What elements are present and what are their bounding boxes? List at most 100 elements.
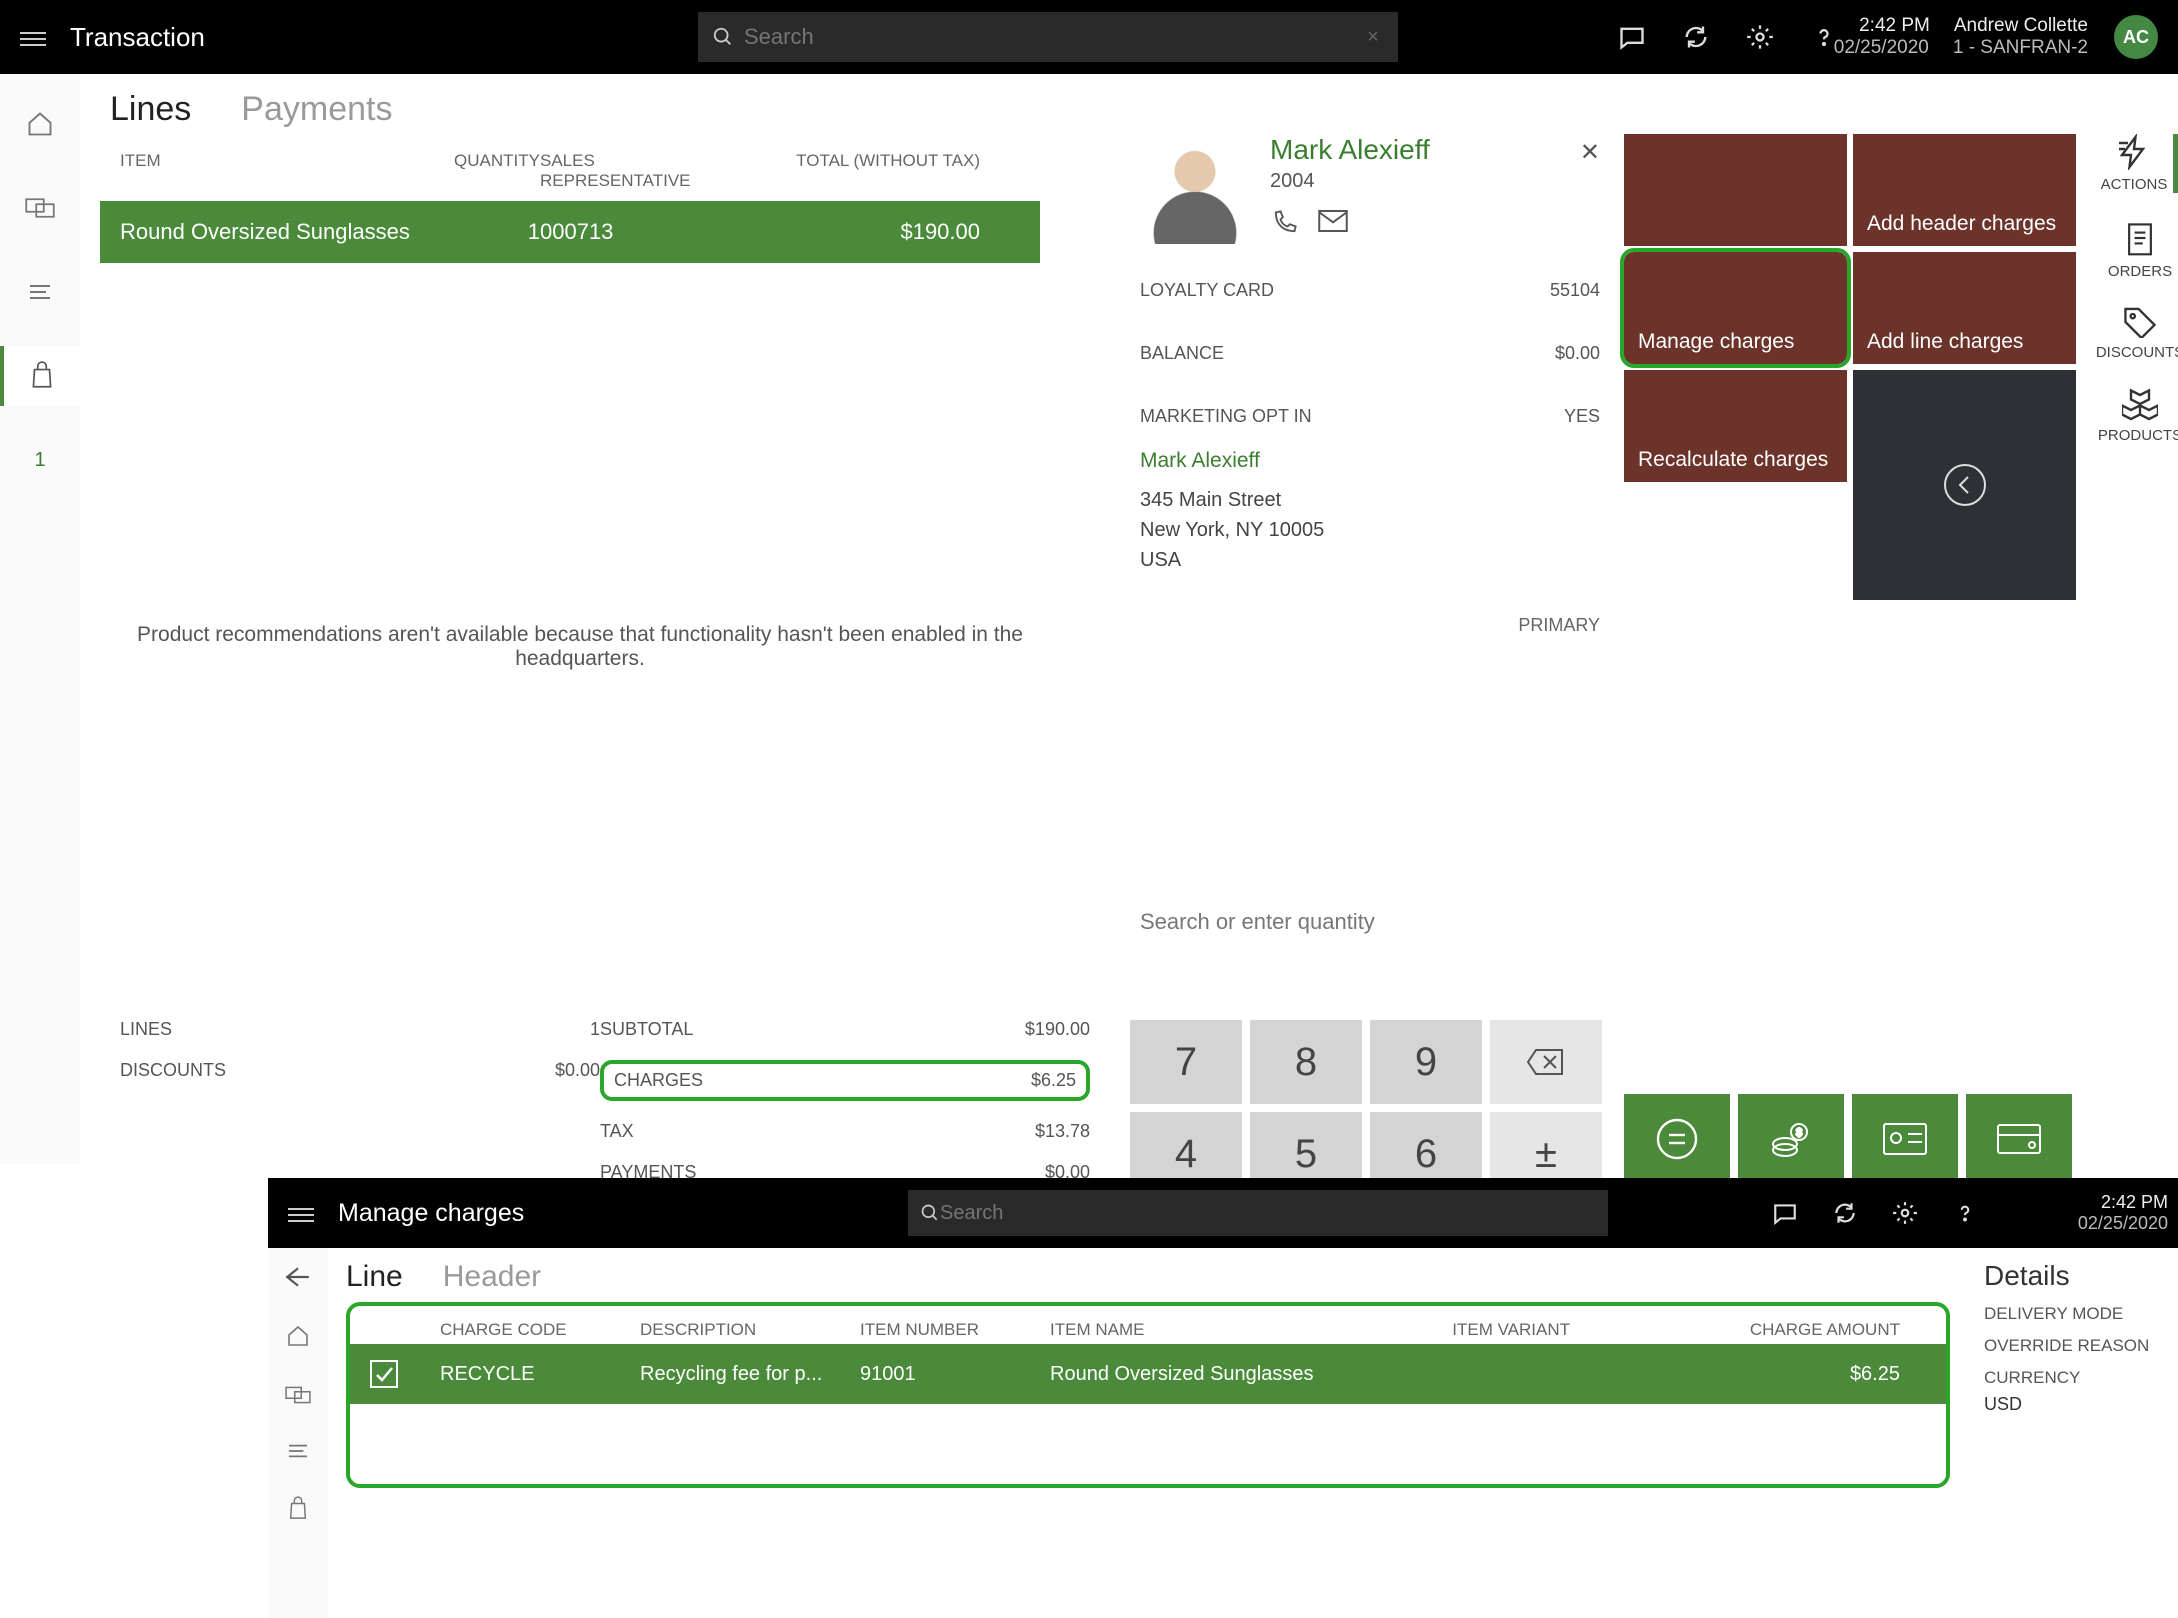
gear-icon[interactable] xyxy=(1892,1200,1918,1226)
tab-lines[interactable]: Lines xyxy=(110,90,191,129)
details-title: Details xyxy=(1984,1260,2162,1292)
rail-home-icon[interactable] xyxy=(286,1324,310,1348)
gear-icon[interactable] xyxy=(1746,23,1774,51)
line-total: $190.00 xyxy=(740,219,980,245)
pay-card-button[interactable] xyxy=(1852,1094,1958,1184)
charge-row[interactable]: RECYCLE Recycling fee for p... 91001 Rou… xyxy=(350,1344,1946,1404)
line-item-name: Round Oversized Sunglasses xyxy=(120,219,410,245)
header-register: 1 - SANFRAN-2 xyxy=(1953,37,2088,59)
marketing-label: MARKETING OPT IN xyxy=(1140,406,1312,427)
numpad-9[interactable]: 9 xyxy=(1370,1020,1482,1104)
numpad-7[interactable]: 7 xyxy=(1130,1020,1242,1104)
totals-panel: LINES 1 DISCOUNTS $0.00 SUBTOTAL $190.00… xyxy=(100,1019,1110,1203)
win2-search-input[interactable] xyxy=(940,1202,1596,1225)
charges-highlight: CHARGES $6.25 xyxy=(600,1060,1090,1101)
totals-lines-val: 1 xyxy=(590,1019,600,1040)
rail-cart-count[interactable]: 1 xyxy=(0,430,80,490)
recommendation-message: Product recommendations aren't available… xyxy=(130,623,1030,671)
col-item-name: ITEM NAME xyxy=(1050,1320,1370,1340)
side-actions-products[interactable]: PRODUCTS xyxy=(2098,387,2178,444)
customer-name[interactable]: Mark Alexieff xyxy=(1270,134,1430,166)
tile-back[interactable] xyxy=(1853,370,2076,600)
win2-rail xyxy=(268,1248,328,1618)
rail-drawer-icon[interactable] xyxy=(285,1384,311,1406)
chat-icon[interactable] xyxy=(1772,1200,1798,1226)
charges-val: $6.25 xyxy=(1031,1070,1076,1091)
col-charge-amount: CHARGE AMOUNT xyxy=(1570,1320,1900,1340)
refresh-icon[interactable] xyxy=(1832,1200,1858,1226)
top-icon-row xyxy=(1618,23,1838,51)
balance-label: BALANCE xyxy=(1140,343,1224,364)
menu-icon[interactable] xyxy=(20,28,46,46)
win2-top-bar: Manage charges 2:42 PM 02/25/2020 xyxy=(268,1178,2178,1248)
tile-add-line-charges[interactable]: Add line charges xyxy=(1853,252,2076,364)
rail-list-icon[interactable] xyxy=(287,1442,309,1460)
numpad-8[interactable]: 8 xyxy=(1250,1020,1362,1104)
avatar[interactable]: AC xyxy=(2114,15,2158,59)
customer-link[interactable]: Mark Alexieff xyxy=(1140,449,1600,473)
main-tabs: Lines Payments xyxy=(110,90,2150,129)
row-charge-code: RECYCLE xyxy=(440,1363,640,1386)
lines-header-row: ITEM QUANTITY SALES REPRESENTATIVE TOTAL… xyxy=(100,141,1040,201)
payment-button-row: $ xyxy=(1624,1094,2072,1184)
back-arrow-icon[interactable] xyxy=(285,1266,311,1288)
loyalty-val: 55104 xyxy=(1550,280,1600,301)
totals-discounts-val: $0.00 xyxy=(555,1060,600,1081)
help-icon[interactable] xyxy=(1952,1200,1978,1226)
pay-credit-button[interactable] xyxy=(1966,1094,2072,1184)
pay-cash-button[interactable]: $ xyxy=(1738,1094,1844,1184)
customer-primary-badge: PRIMARY xyxy=(1140,615,1600,636)
win2-search[interactable] xyxy=(908,1190,1608,1236)
tile-manage-charges[interactable]: Manage charges xyxy=(1624,252,1847,364)
global-search-input[interactable] xyxy=(744,24,1384,50)
tab-payments[interactable]: Payments xyxy=(241,90,392,129)
side-action-rail: ACTIONS ORDERS DISCOUNTS PRODUCTS xyxy=(2090,134,2178,444)
subtotal-label: SUBTOTAL xyxy=(600,1019,693,1040)
chat-icon[interactable] xyxy=(1618,23,1646,51)
col-item-number: ITEM NUMBER xyxy=(860,1320,1050,1340)
side-action-label: ORDERS xyxy=(2108,263,2172,280)
side-actions-orders[interactable]: ORDERS xyxy=(2108,219,2172,280)
mail-icon[interactable] xyxy=(1318,209,1348,233)
detail-currency-value: USD xyxy=(1984,1394,2162,1415)
win2-menu-icon[interactable] xyxy=(288,1204,314,1222)
rail-cart-count-value: 1 xyxy=(34,449,45,472)
rail-drawer-icon[interactable] xyxy=(0,178,80,238)
win2-tab-header[interactable]: Header xyxy=(443,1260,541,1294)
rail-bag-icon[interactable] xyxy=(0,346,80,406)
tile-recalculate-charges[interactable]: Recalculate charges xyxy=(1624,370,1847,482)
marketing-val: YES xyxy=(1564,406,1600,427)
numpad-backspace[interactable] xyxy=(1490,1020,1602,1104)
row-item-number: 91001 xyxy=(860,1363,1050,1386)
search-icon xyxy=(920,1203,940,1223)
customer-photo xyxy=(1140,134,1250,244)
side-actions-discounts[interactable]: DISCOUNTS xyxy=(2096,306,2178,361)
left-rail: 1 xyxy=(0,74,80,1164)
coins-icon: $ xyxy=(1769,1120,1813,1158)
phone-icon[interactable] xyxy=(1270,209,1298,237)
loyalty-label: LOYALTY CARD xyxy=(1140,280,1274,301)
charges-label: CHARGES xyxy=(614,1070,703,1091)
customer-addr-line3: USA xyxy=(1140,545,1600,575)
global-search[interactable]: × xyxy=(698,12,1398,62)
row-checkbox[interactable] xyxy=(370,1360,398,1388)
refresh-icon[interactable] xyxy=(1682,23,1710,51)
tile-add-header-charges[interactable]: Add header charges xyxy=(1853,134,2076,246)
search-clear-icon[interactable]: × xyxy=(1356,20,1390,54)
line-row[interactable]: Round Oversized Sunglasses 1 000713 $190… xyxy=(100,201,1040,263)
top-bar: Transaction × 2:42 PM Andrew Collette 02… xyxy=(0,0,2178,74)
rail-bag-icon[interactable] xyxy=(287,1496,309,1522)
page-title: Transaction xyxy=(70,22,205,53)
rail-list-icon[interactable] xyxy=(0,262,80,322)
back-arrow-icon xyxy=(1943,463,1987,507)
rail-home-icon[interactable] xyxy=(0,94,80,154)
qty-search-placeholder[interactable]: Search or enter quantity xyxy=(1140,909,1375,935)
customer-addr-line2: New York, NY 10005 xyxy=(1140,515,1600,545)
win2-tab-line[interactable]: Line xyxy=(346,1260,403,1294)
side-actions-actions[interactable]: ACTIONS xyxy=(2101,134,2178,193)
manage-charges-window: Manage charges 2:42 PM 02/25/2020 xyxy=(268,1178,2178,1618)
pay-exact-button[interactable] xyxy=(1624,1094,1730,1184)
tile-blank-1[interactable] xyxy=(1624,134,1847,246)
col-total: TOTAL (WITHOUT TAX) xyxy=(740,151,980,191)
close-icon[interactable]: ✕ xyxy=(1580,138,1600,167)
